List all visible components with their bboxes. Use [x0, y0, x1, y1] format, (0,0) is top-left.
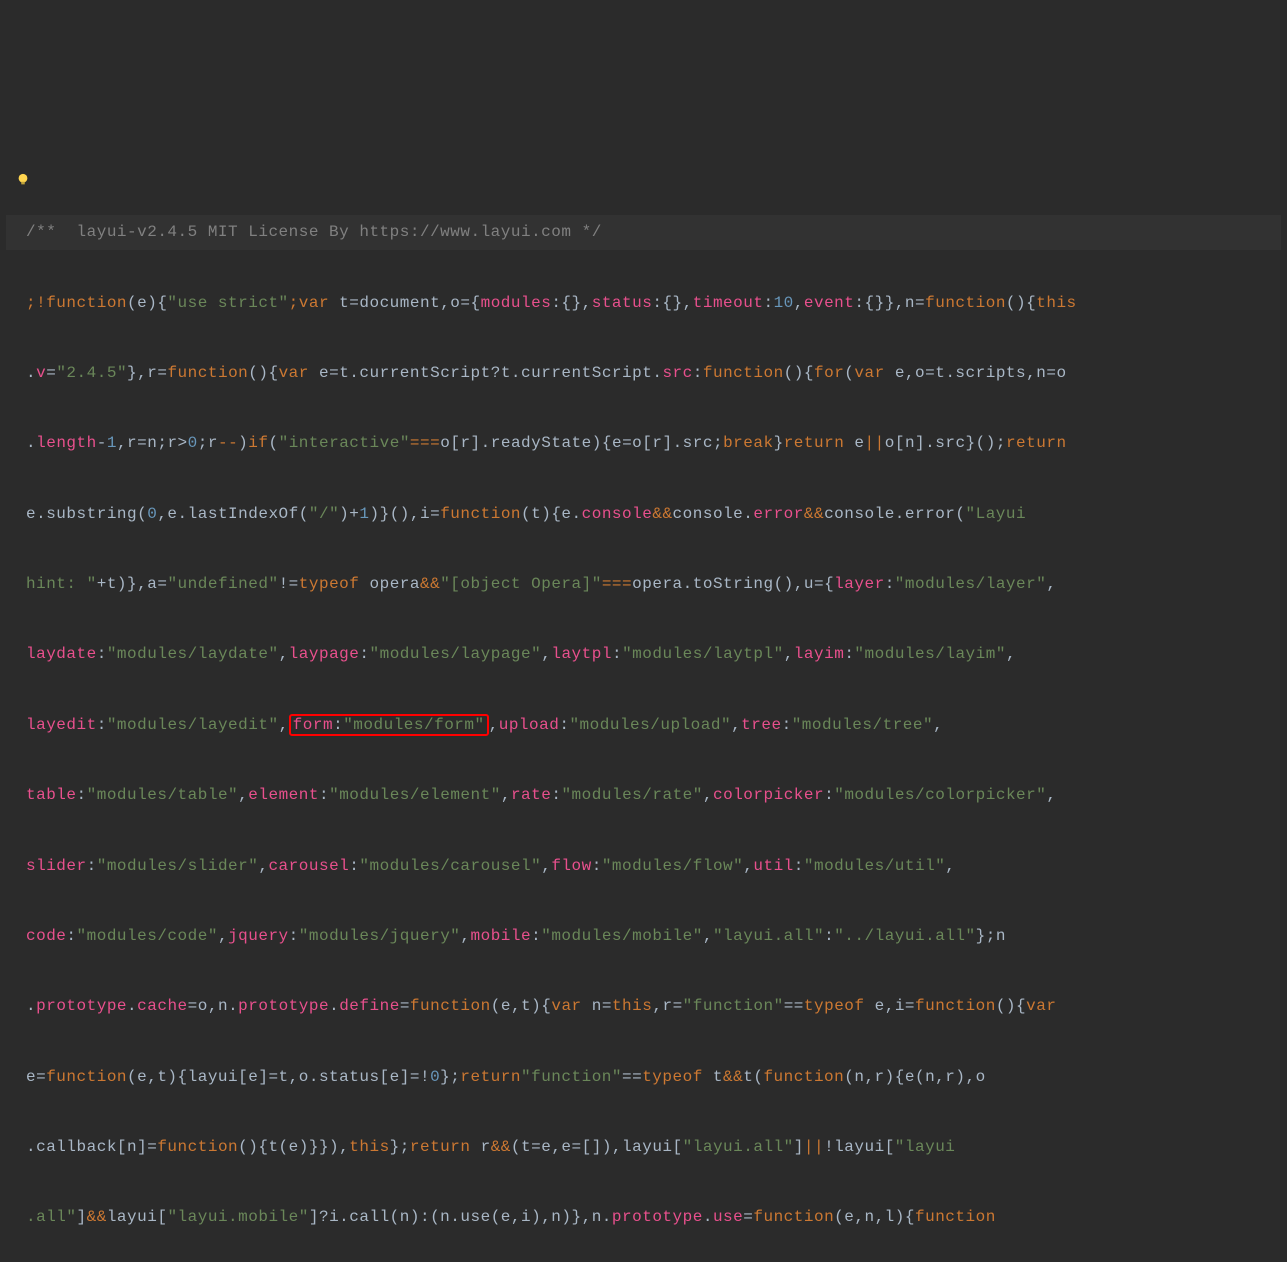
code-line: ;!function(e){"use strict";var t=documen… — [6, 286, 1281, 321]
lightbulb-icon — [16, 173, 30, 187]
code-line: .callback[n]=function(){t(e)}}),this};re… — [6, 1130, 1281, 1165]
highlighted-code: form:"modules/form" — [289, 714, 489, 736]
code-line: e=function(e,t){layui[e]=t,o.status[e]=!… — [6, 1060, 1281, 1095]
code-line: .length-1,r=n;r>0;r--)if("interactive"==… — [6, 426, 1281, 461]
code-line: laydate:"modules/laydate",laypage:"modul… — [6, 637, 1281, 672]
comment-line: /** layui-v2.4.5 MIT License By https://… — [6, 215, 1281, 250]
code-editor[interactable]: /** layui-v2.4.5 MIT License By https://… — [0, 141, 1287, 1262]
code-line: code:"modules/code",jquery:"modules/jque… — [6, 919, 1281, 954]
code-line: table:"modules/table",element:"modules/e… — [6, 778, 1281, 813]
code-line: slider:"modules/slider",carousel:"module… — [6, 849, 1281, 884]
code-line: hint: "+t)},a="undefined"!=typeof opera&… — [6, 567, 1281, 602]
code-line: e.substring(0,e.lastIndexOf("/")+1)}(),i… — [6, 497, 1281, 532]
code-line: .all"]&&layui["layui.mobile"]?i.call(n):… — [6, 1200, 1281, 1235]
code-line: layedit:"modules/layedit",form:"modules/… — [6, 708, 1281, 743]
code-line: .v="2.4.5"},r=function(){var e=t.current… — [6, 356, 1281, 391]
code-line: .prototype.cache=o,n.prototype.define=fu… — [6, 989, 1281, 1024]
